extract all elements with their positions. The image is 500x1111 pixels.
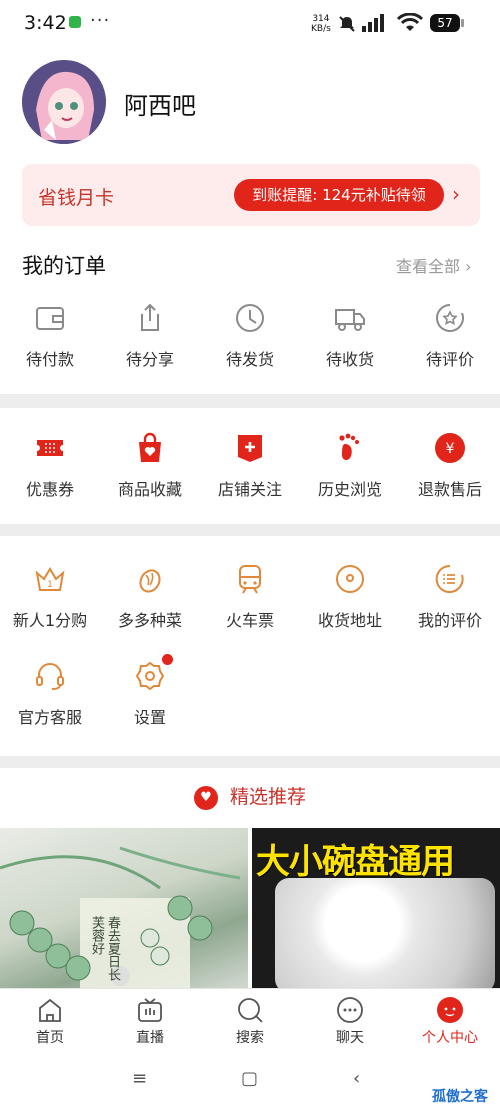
menu-icon[interactable]: ≡ xyxy=(132,1068,147,1089)
nav-search[interactable]: 搜索 xyxy=(200,996,300,1047)
coupon-icon xyxy=(37,440,63,456)
nav-label: 搜索 xyxy=(236,1030,264,1046)
quick-item-label: 店铺关注 xyxy=(217,480,282,499)
wallet-icon xyxy=(36,307,64,330)
store-follow-icon xyxy=(238,435,262,462)
nav-label: 聊天 xyxy=(336,1030,364,1046)
order-pending-receive[interactable]: 待收货 xyxy=(300,302,400,370)
network-speed: 314 KB/s xyxy=(311,14,331,34)
savings-card-title: 省钱月卡 xyxy=(38,187,115,209)
service-item-label: 官方客服 xyxy=(17,708,82,727)
headset-icon xyxy=(36,663,64,690)
mute-icon xyxy=(339,16,355,32)
status-time: 3:42 xyxy=(24,12,67,34)
order-item-label: 待评价 xyxy=(425,350,474,369)
comment-icon xyxy=(435,564,464,593)
order-item-label: 待发货 xyxy=(225,350,274,369)
settings-icon xyxy=(135,661,165,691)
quick-item-label: 退款售后 xyxy=(417,480,482,499)
profile-icon xyxy=(437,997,463,1023)
service-address[interactable]: 收货地址 xyxy=(300,563,400,631)
nav-label: 个人中心 xyxy=(422,1030,478,1046)
product-card-bracelet[interactable]: 春去夏日长 芙蓉好 xyxy=(0,828,248,993)
service-settings[interactable]: 设置 xyxy=(100,660,200,728)
order-item-label: 待付款 xyxy=(25,350,74,369)
favorite-bag-icon xyxy=(139,432,161,462)
avatar-illustration xyxy=(22,60,106,144)
nav-label: 首页 xyxy=(36,1030,64,1046)
subsidy-reminder-pill[interactable]: 到账提醒: 124元补贴待领 xyxy=(234,179,444,211)
speed-value: 314 xyxy=(312,14,330,24)
service-item-label: 多多种菜 xyxy=(117,611,182,630)
service-item-label: 新人1分购 xyxy=(12,611,88,630)
search-icon xyxy=(238,998,263,1023)
service-customer-support[interactable]: 官方客服 xyxy=(0,660,100,728)
review-star-icon xyxy=(436,304,464,332)
quick-coupons[interactable]: 优惠券 xyxy=(0,432,100,500)
service-item-label: 我的评价 xyxy=(417,611,482,630)
bowl-cover-image xyxy=(275,878,495,993)
nav-chat[interactable]: 聊天 xyxy=(300,996,400,1047)
service-item-label: 火车票 xyxy=(225,611,274,630)
home-icon xyxy=(39,998,61,1022)
recommend-header: ♥ 精选推荐 xyxy=(0,782,500,810)
back-icon[interactable]: ‹ xyxy=(353,1068,360,1089)
svg-text:¥: ¥ xyxy=(446,441,455,457)
quick-store-follow[interactable]: 店铺关注 xyxy=(200,432,300,500)
order-pending-review[interactable]: 待评价 xyxy=(400,302,500,370)
service-newbie-deal[interactable]: 1 新人1分购 xyxy=(0,563,100,631)
nav-profile[interactable]: 个人中心 xyxy=(400,996,500,1047)
chat-icon xyxy=(337,997,363,1023)
bracelet-card-text: 春去夏日长 芙蓉好 xyxy=(89,916,120,981)
avatar[interactable] xyxy=(22,60,106,144)
nav-label: 直播 xyxy=(136,1030,164,1046)
share-icon xyxy=(141,303,159,331)
quick-item-label: 优惠券 xyxy=(25,480,74,499)
service-train-tickets[interactable]: 火车票 xyxy=(200,563,300,631)
quick-refund[interactable]: ¥ 退款售后 xyxy=(400,432,500,500)
battery-icon: 57 xyxy=(430,14,464,32)
service-item-label: 设置 xyxy=(133,708,166,727)
location-icon xyxy=(336,565,364,593)
service-my-reviews[interactable]: 我的评价 xyxy=(400,563,500,631)
quick-favorites[interactable]: 商品收藏 xyxy=(100,432,200,500)
chevron-right-icon[interactable]: › xyxy=(452,182,460,206)
nav-live[interactable]: 直播 xyxy=(100,996,200,1047)
truck-icon xyxy=(335,309,365,331)
quick-history[interactable]: 历史浏览 xyxy=(300,432,400,500)
speed-unit: KB/s xyxy=(311,24,331,34)
wifi-icon xyxy=(397,13,423,31)
live-tv-icon xyxy=(138,998,162,1022)
footprint-icon xyxy=(339,433,359,461)
refund-icon: ¥ xyxy=(435,433,465,463)
svg-text:1: 1 xyxy=(47,580,53,590)
view-all-orders-link[interactable]: 查看全部 › xyxy=(396,253,472,277)
heart-icon: ♥ xyxy=(193,785,218,810)
signal-icon xyxy=(362,14,384,32)
train-icon xyxy=(239,565,261,594)
quick-item-label: 历史浏览 xyxy=(317,480,382,499)
product-banner-text: 大小碗盘通用 xyxy=(256,842,455,882)
recommend-title: 精选推荐 xyxy=(229,786,306,808)
vegetable-icon xyxy=(139,569,161,593)
system-home-icon[interactable]: ▢ xyxy=(241,1068,258,1089)
order-pending-share[interactable]: 待分享 xyxy=(100,302,200,370)
quick-item-label: 商品收藏 xyxy=(117,480,182,499)
crown-icon: 1 xyxy=(35,567,65,591)
order-pending-ship[interactable]: 待发货 xyxy=(200,302,300,370)
orders-title: 我的订单 xyxy=(22,254,106,278)
service-farm[interactable]: 多多种菜 xyxy=(100,563,200,631)
more-notifications-icon: ··· xyxy=(90,10,111,31)
order-item-label: 待收货 xyxy=(325,350,374,369)
bracelet-image xyxy=(0,846,241,993)
watermark: 孤傲之客 xyxy=(432,1089,488,1105)
nav-home[interactable]: 首页 xyxy=(0,996,100,1047)
order-pending-payment[interactable]: 待付款 xyxy=(0,302,100,370)
notification-badge-icon xyxy=(69,16,81,28)
clock-icon xyxy=(236,304,264,332)
order-item-label: 待分享 xyxy=(125,350,174,369)
username[interactable]: 阿西吧 xyxy=(124,86,196,121)
settings-notification-dot xyxy=(162,654,173,665)
service-item-label: 收货地址 xyxy=(317,611,382,630)
